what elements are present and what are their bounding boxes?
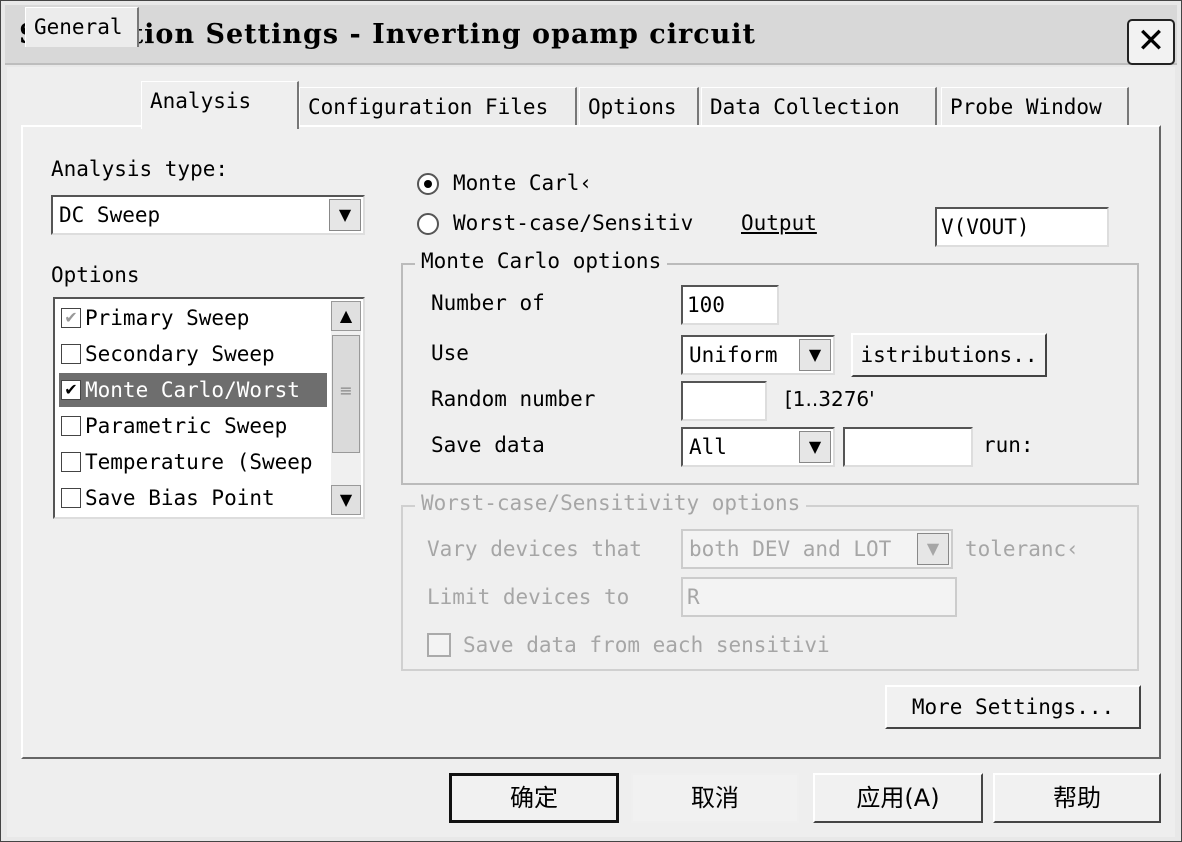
limit-devices-label: Limit devices to bbox=[427, 585, 630, 609]
tab-data-collection-label: Data Collection bbox=[710, 95, 900, 119]
runs-label: run: bbox=[983, 433, 1034, 457]
save-bias-point-checkbox[interactable] bbox=[61, 488, 81, 508]
list-item-primary-sweep[interactable]: ✔ Primary Sweep bbox=[59, 301, 327, 335]
limit-devices-input[interactable]: R bbox=[681, 577, 957, 617]
list-item-label: Monte Carlo/Worst bbox=[85, 378, 300, 402]
options-label: Options bbox=[51, 263, 140, 287]
help-button[interactable]: 帮助 bbox=[993, 773, 1161, 823]
monte-carlo-radio-label: Monte Carl‹ bbox=[453, 171, 593, 195]
vary-devices-label: Vary devices that bbox=[427, 537, 642, 561]
number-of-runs-label: Number of bbox=[431, 291, 545, 315]
save-data-value: All bbox=[689, 435, 727, 459]
list-item-label: Primary Sweep bbox=[85, 306, 250, 330]
random-seed-input[interactable] bbox=[681, 381, 767, 421]
random-seed-label: Random number bbox=[431, 387, 596, 411]
temperature-sweep-checkbox[interactable] bbox=[61, 452, 81, 472]
parametric-sweep-checkbox[interactable] bbox=[61, 416, 81, 436]
scroll-thumb[interactable]: ≡ bbox=[332, 335, 360, 453]
tab-analysis[interactable]: Analysis bbox=[141, 81, 299, 129]
chevron-down-icon[interactable]: ▼ bbox=[329, 199, 361, 231]
scroll-up-icon[interactable]: ▲ bbox=[331, 301, 361, 331]
vary-devices-select[interactable]: both DEV and LOT ▼ bbox=[681, 529, 953, 569]
cancel-button[interactable]: 取消 bbox=[631, 773, 799, 823]
tab-options-label: Options bbox=[588, 95, 677, 119]
distributions-button-label: istributions.. bbox=[860, 343, 1038, 367]
random-seed-range: [1..3276' bbox=[785, 387, 875, 411]
title-bar[interactable]: Simulation Settings - Inverting opamp ci… bbox=[5, 5, 1177, 65]
list-item-label: Secondary Sweep bbox=[85, 342, 275, 366]
chevron-down-icon[interactable]: ▼ bbox=[917, 533, 949, 565]
monte-carlo-options-group: Monte Carlo options Number of 100 Use Un… bbox=[401, 249, 1139, 485]
ok-button[interactable]: 确定 bbox=[449, 773, 619, 823]
more-settings-button-label: More Settings... bbox=[911, 695, 1115, 719]
primary-sweep-checkbox[interactable]: ✔ bbox=[61, 308, 81, 328]
analysis-type-label: Analysis type: bbox=[51, 157, 229, 181]
tolerance-label: toleranc‹ bbox=[965, 537, 1079, 561]
scroll-down-icon[interactable]: ▼ bbox=[331, 485, 361, 515]
apply-button[interactable]: 应用(A) bbox=[813, 773, 983, 823]
cancel-button-label: 取消 bbox=[691, 784, 739, 812]
distributions-button[interactable]: istributions.. bbox=[851, 333, 1047, 377]
output-variable-value: V(VOUT) bbox=[941, 215, 1030, 239]
list-item-temperature-sweep[interactable]: Temperature (Sweep bbox=[59, 445, 327, 479]
number-of-runs-input[interactable]: 100 bbox=[681, 285, 779, 325]
list-item-parametric-sweep[interactable]: Parametric Sweep bbox=[59, 409, 327, 443]
analysis-type-value: DC Sweep bbox=[59, 203, 161, 227]
monte-carlo-checkbox[interactable]: ✔ bbox=[61, 380, 81, 400]
analysis-type-select[interactable]: DC Sweep ▼ bbox=[51, 195, 365, 235]
vary-devices-value: both DEV and LOT bbox=[689, 537, 892, 561]
tab-configuration-files-label: Configuration Files bbox=[308, 95, 549, 119]
use-distribution-label: Use bbox=[431, 341, 469, 365]
tab-general-label: General bbox=[34, 15, 123, 39]
help-button-label: 帮助 bbox=[1053, 784, 1101, 812]
output-label: Output bbox=[741, 211, 817, 235]
tab-options[interactable]: Options bbox=[579, 87, 699, 127]
distribution-select[interactable]: Uniform ▼ bbox=[681, 335, 835, 375]
number-of-runs-value: 100 bbox=[687, 293, 725, 317]
more-settings-button[interactable]: More Settings... bbox=[885, 685, 1141, 729]
options-scrollbar[interactable]: ▲ ≡ ▼ bbox=[331, 301, 361, 515]
list-item-monte-carlo[interactable]: ✔ Monte Carlo/Worst bbox=[59, 373, 327, 407]
chevron-down-icon[interactable]: ▼ bbox=[799, 431, 831, 463]
chevron-down-icon[interactable]: ▼ bbox=[799, 339, 831, 371]
dialog-window: Simulation Settings - Inverting opamp ci… bbox=[0, 0, 1182, 842]
ok-button-label: 确定 bbox=[510, 784, 558, 812]
save-each-sensitivity-checkbox[interactable] bbox=[427, 633, 451, 657]
list-item-label: Parametric Sweep bbox=[85, 414, 288, 438]
tab-configuration-files[interactable]: Configuration Files bbox=[299, 87, 577, 127]
list-item-label: Temperature (Sweep bbox=[85, 450, 313, 474]
worst-case-options-group: Worst-case/Sensitivity options Vary devi… bbox=[401, 491, 1139, 671]
list-item-save-bias-point[interactable]: Save Bias Point bbox=[59, 481, 327, 515]
save-each-sensitivity-label: Save data from each sensitivi bbox=[463, 633, 830, 657]
list-item-label: Save Bias Point bbox=[85, 486, 275, 510]
limit-devices-value: R bbox=[687, 585, 700, 609]
worst-case-radio-label: Worst-case/Sensitiv bbox=[453, 211, 694, 235]
save-runs-input[interactable] bbox=[843, 427, 973, 467]
monte-carlo-radio[interactable] bbox=[417, 173, 439, 195]
tab-analysis-label: Analysis bbox=[150, 89, 252, 113]
radio-selected-dot bbox=[424, 180, 432, 188]
apply-button-label: 应用(A) bbox=[856, 784, 940, 812]
save-data-label: Save data bbox=[431, 433, 545, 457]
analysis-tab-panel: Analysis type: DC Sweep ▼ Options ✔ Prim… bbox=[21, 125, 1161, 759]
close-button[interactable]: ✕ bbox=[1127, 19, 1175, 65]
save-data-select[interactable]: All ▼ bbox=[681, 427, 835, 467]
worst-case-options-legend: Worst-case/Sensitivity options bbox=[415, 491, 807, 515]
secondary-sweep-checkbox[interactable] bbox=[61, 344, 81, 364]
options-list[interactable]: ✔ Primary Sweep Secondary Sweep ✔ Monte … bbox=[53, 297, 365, 519]
tab-data-collection[interactable]: Data Collection bbox=[701, 87, 937, 127]
output-variable-input[interactable]: V(VOUT) bbox=[935, 207, 1109, 247]
tab-general[interactable]: General bbox=[25, 7, 139, 47]
list-item-secondary-sweep[interactable]: Secondary Sweep bbox=[59, 337, 327, 371]
tab-probe-window[interactable]: Probe Window bbox=[941, 87, 1129, 127]
distribution-value: Uniform bbox=[689, 343, 778, 367]
close-icon: ✕ bbox=[1136, 21, 1166, 61]
monte-carlo-options-legend: Monte Carlo options bbox=[415, 249, 668, 273]
tab-probe-window-label: Probe Window bbox=[950, 95, 1102, 119]
worst-case-radio[interactable] bbox=[417, 213, 439, 235]
